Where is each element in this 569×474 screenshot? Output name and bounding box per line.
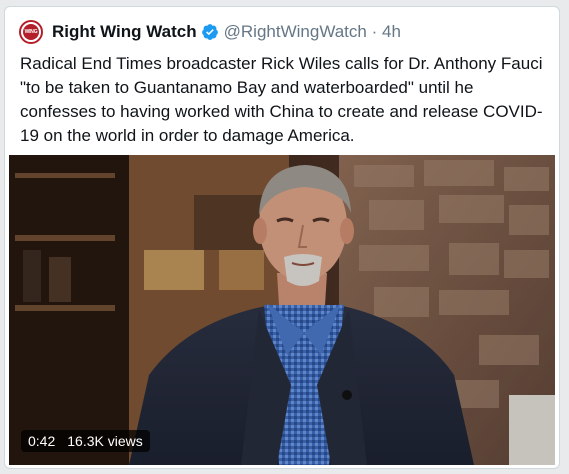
tweet-text: Radical End Times broadcaster Rick Wiles… — [20, 54, 543, 145]
video-player[interactable]: 0:42 16.3K views — [9, 155, 555, 465]
avatar[interactable]: WING — [19, 20, 43, 44]
verified-badge-icon — [201, 24, 218, 40]
video-duration: 0:42 — [28, 433, 56, 449]
avatar-text: WING — [24, 29, 38, 35]
video-frame — [9, 155, 555, 465]
separator-dot: · — [366, 22, 382, 41]
video-views: 16.3K views — [67, 433, 143, 449]
handle-text: @RightWingWatch — [223, 22, 367, 41]
tweet-card[interactable]: WING Right Wing Watch @RightWingWatch · … — [4, 6, 560, 469]
avatar-logo: WING — [23, 24, 39, 40]
video-stats-badge: 0:42 16.3K views — [21, 430, 150, 452]
display-name[interactable]: Right Wing Watch — [52, 22, 197, 42]
timestamp[interactable]: 4h — [382, 22, 401, 41]
handle[interactable]: @RightWingWatch · 4h — [224, 22, 401, 42]
tweet-header: WING Right Wing Watch @RightWingWatch · … — [19, 20, 401, 44]
